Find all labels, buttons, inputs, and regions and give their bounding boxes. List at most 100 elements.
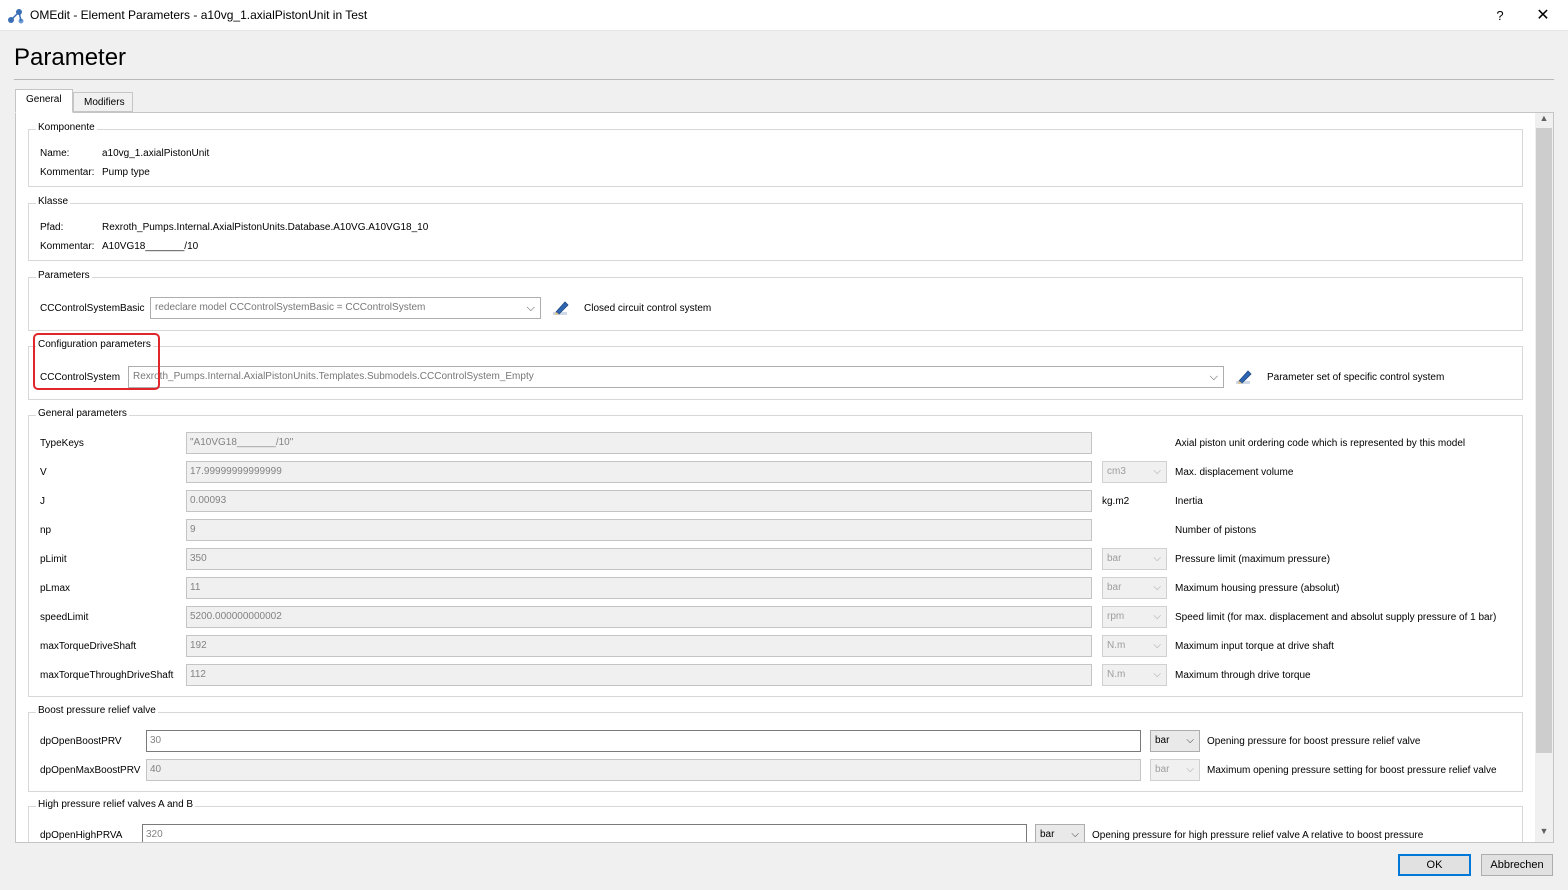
param-desc: Speed limit (for max. displacement and a… [1175, 612, 1497, 623]
chevron-down-icon: ⌵ [1153, 611, 1161, 622]
param-label: maxTorqueDriveShaft [40, 641, 137, 652]
close-button[interactable]: ✕ [1532, 5, 1554, 27]
param-input-plmax[interactable]: 11 [186, 577, 1092, 599]
param-desc: Max. displacement volume [1175, 467, 1294, 478]
param-label: dpOpenMaxBoostPRV [40, 765, 141, 776]
param-label: pLimit [40, 554, 67, 565]
group-title: Komponente [36, 122, 97, 133]
param-label-ccontrolsystembasic: CCControlSystemBasic [40, 303, 145, 314]
chevron-down-icon: ⌵ [1153, 669, 1161, 680]
scroll-up-arrow-icon[interactable]: ▲ [1535, 113, 1553, 127]
name-value: a10vg_1.axialPistonUnit [102, 148, 210, 159]
param-input-np[interactable]: 9 [186, 519, 1092, 541]
comment-label: Kommentar: [40, 167, 95, 178]
param-desc: Axial piston unit ordering code which is… [1175, 438, 1466, 449]
group-general-parameters: General parameters TypeKeys "A10VG18____… [28, 408, 1523, 697]
highlight-annotation [33, 333, 160, 390]
chevron-down-icon: ⌵ [1153, 466, 1161, 477]
unit-label: kg.m2 [1102, 496, 1130, 507]
window-titlebar: OMEdit - Element Parameters - a10vg_1.ax… [0, 0, 1568, 31]
group-title: Klasse [36, 196, 71, 207]
group-title: High pressure relief valves A and B [36, 799, 196, 810]
group-high-pressure-prv: High pressure relief valves A and B dpOp… [28, 799, 1523, 842]
scroll-down-arrow-icon[interactable]: ▼ [1535, 826, 1553, 840]
chevron-down-icon: ⌵ [1186, 735, 1194, 746]
chevron-down-icon: ⌵ [1153, 553, 1161, 564]
group-title: Parameters [36, 270, 92, 281]
param-input-dpopenboostprv[interactable]: 30 [146, 730, 1141, 752]
chevron-down-icon: ⌵ [1153, 582, 1161, 593]
param-input-dpopenmaxboostprv[interactable]: 40 [146, 759, 1141, 781]
group-parameters: Parameters CCControlSystemBasic redeclar… [28, 270, 1523, 331]
class-comment-label: Kommentar: [40, 241, 95, 252]
comment-value: Pump type [102, 167, 150, 178]
unit-select[interactable]: N.m ⌵ [1102, 664, 1167, 686]
group-title: Boost pressure relief valve [36, 705, 158, 716]
param-input-j[interactable]: 0.00093 [186, 490, 1092, 512]
param-desc: Number of pistons [1175, 525, 1257, 536]
param-input-maxtorquethroughdriveshaft[interactable]: 112 [186, 664, 1092, 686]
param-input-maxtorquedriveshaft[interactable]: 192 [186, 635, 1092, 657]
param-input-v[interactable]: 17.99999999999999 [186, 461, 1092, 483]
unit-select[interactable]: N.m ⌵ [1102, 635, 1167, 657]
ccontrolsystem-select[interactable]: Rexroth_Pumps.Internal.AxialPistonUnits.… [128, 366, 1224, 388]
unit-select[interactable]: bar ⌵ [1102, 577, 1167, 599]
param-desc: Maximum input torque at drive shaft [1175, 641, 1334, 652]
chevron-down-icon: ⌵ [1153, 640, 1161, 651]
chevron-down-icon: ⌵ [1071, 829, 1079, 840]
heading-divider [14, 79, 1554, 80]
param-desc: Maximum housing pressure (absolut) [1175, 583, 1340, 594]
path-value: Rexroth_Pumps.Internal.AxialPistonUnits.… [102, 222, 429, 233]
pencil-edit-icon[interactable] [1234, 367, 1254, 387]
pencil-edit-icon[interactable] [551, 298, 571, 318]
group-boost-prv: Boost pressure relief valve dpOpenBoostP… [28, 705, 1523, 792]
chevron-down-icon: ⌵ [1209, 371, 1218, 383]
help-button[interactable]: ? [1490, 6, 1510, 26]
class-comment-value: A10VG18_______/10 [102, 241, 199, 252]
tab-general[interactable]: General [15, 89, 73, 113]
param-label: pLmax [40, 583, 71, 594]
group-klasse: Klasse Pfad: Rexroth_Pumps.Internal.Axia… [28, 196, 1523, 261]
param-label: TypeKeys [40, 438, 84, 449]
param-label: V [40, 467, 47, 478]
param-desc: Opening pressure for high pressure relie… [1092, 830, 1424, 841]
param-desc: Maximum through drive torque [1175, 670, 1311, 681]
group-configuration-parameters: Configuration parameters CCControlSystem… [28, 339, 1523, 400]
window-title: OMEdit - Element Parameters - a10vg_1.ax… [30, 8, 368, 22]
page-title: Parameter [14, 44, 127, 71]
group-komponente: Komponente Name: a10vg_1.axialPistonUnit… [28, 122, 1523, 187]
unit-select[interactable]: rpm ⌵ [1102, 606, 1167, 628]
unit-select[interactable]: bar ⌵ [1035, 824, 1085, 842]
param-desc: Inertia [1175, 496, 1203, 507]
unit-select[interactable]: bar ⌵ [1102, 548, 1167, 570]
param-input-plimit[interactable]: 350 [186, 548, 1092, 570]
chevron-down-icon: ⌵ [1186, 764, 1194, 775]
unit-select[interactable]: bar ⌵ [1150, 730, 1200, 752]
param-input-dpopenhighprva[interactable]: 320 [142, 824, 1027, 842]
name-label: Name: [40, 148, 70, 159]
param-label: speedLimit [40, 612, 89, 623]
param-label: dpOpenHighPRVA [40, 830, 123, 841]
param-label: maxTorqueThroughDriveShaft [40, 670, 174, 681]
path-label: Pfad: [40, 222, 64, 233]
chevron-down-icon: ⌵ [526, 302, 535, 314]
param-label: dpOpenBoostPRV [40, 736, 122, 747]
unit-select[interactable]: bar ⌵ [1150, 759, 1200, 781]
param-desc: Pressure limit (maximum pressure) [1175, 554, 1331, 565]
param-desc: Opening pressure for boost pressure reli… [1207, 736, 1421, 747]
param-input-typekeys[interactable]: "A10VG18_______/10" [186, 432, 1092, 454]
ok-button[interactable]: OK [1398, 854, 1471, 876]
tab-panel-general: Komponente Name: a10vg_1.axialPistonUnit… [15, 112, 1554, 843]
tab-modifiers[interactable]: Modifiers [73, 92, 133, 112]
scrollbar-thumb[interactable] [1536, 128, 1552, 753]
param-input-speedlimit[interactable]: 5200.000000000002 [186, 606, 1092, 628]
unit-select[interactable]: cm3 ⌵ [1102, 461, 1167, 483]
cancel-button[interactable]: Abbrechen [1481, 854, 1553, 876]
param-label: J [40, 496, 45, 507]
param-label: np [40, 525, 52, 536]
group-title: General parameters [36, 408, 129, 419]
ccontrolsystembasic-select[interactable]: redeclare model CCControlSystemBasic = C… [150, 297, 541, 319]
omedit-logo-icon [8, 9, 24, 24]
param-desc: Parameter set of specific control system [1267, 372, 1445, 383]
param-desc: Maximum opening pressure setting for boo… [1207, 765, 1497, 776]
